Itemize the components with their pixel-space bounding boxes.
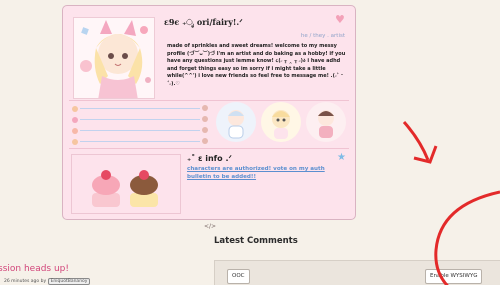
sweet-icon bbox=[72, 117, 78, 123]
character-thumbnail[interactable] bbox=[305, 101, 347, 143]
decor-row bbox=[72, 116, 208, 127]
profile-avatar[interactable] bbox=[73, 17, 155, 99]
divider bbox=[69, 148, 349, 149]
sweet-icon bbox=[202, 105, 208, 111]
profile-card: ε9ϵ ₊ೃ ori/fairy!.ᐟ ♥ he / they . artist… bbox=[62, 5, 356, 220]
decor-line bbox=[80, 141, 200, 142]
dessert-image bbox=[71, 154, 181, 214]
sweet-icon bbox=[202, 127, 208, 133]
ooc-button[interactable]: OOC bbox=[227, 269, 250, 284]
code-icon[interactable]: </> bbox=[204, 223, 216, 230]
comment-editor: OOC Enable WYSIWYG bbox=[214, 260, 500, 285]
bulletin-time: 26 minutes ago by bbox=[4, 279, 47, 284]
decor-line bbox=[80, 130, 200, 131]
profile-name: ε9ϵ ₊ೃ ori/fairy!.ᐟ bbox=[164, 17, 243, 27]
bulletin-title[interactable]: ssion heads up! bbox=[0, 264, 69, 274]
character-gallery bbox=[215, 101, 347, 145]
sweet-icon bbox=[72, 128, 78, 134]
auth-bulletin-link[interactable]: characters are authorized! vote on my au… bbox=[187, 166, 347, 181]
decor-line bbox=[80, 108, 200, 109]
profile-pronouns: he / they . artist bbox=[300, 33, 345, 39]
heart-icon[interactable]: ♥ bbox=[335, 13, 345, 26]
character-thumbnail[interactable] bbox=[215, 101, 257, 143]
bulletin-user[interactable]: EniquotBananoy bbox=[47, 278, 91, 285]
character-thumbnail[interactable] bbox=[260, 101, 302, 143]
sweet-icon bbox=[72, 139, 78, 145]
enable-wysiwyg-button[interactable]: Enable WYSIWYG bbox=[425, 269, 483, 284]
bulletin-meta: 26 minutes ago by EniquotBananoy bbox=[4, 278, 91, 285]
decor-line bbox=[80, 119, 200, 120]
decor-row bbox=[72, 127, 208, 138]
latest-comments-heading: Latest Comments bbox=[214, 236, 298, 246]
star-icon: ★ bbox=[337, 152, 346, 163]
decor-row bbox=[72, 105, 208, 116]
profile-bio: made of sprinkles and sweet dreams! welc… bbox=[167, 43, 346, 87]
info-title: ₊˚ ε info .ᐟ bbox=[187, 154, 232, 163]
sweet-icon bbox=[202, 138, 208, 144]
sweet-icon bbox=[72, 106, 78, 112]
decor-list bbox=[72, 105, 208, 149]
sweet-icon bbox=[202, 116, 208, 122]
